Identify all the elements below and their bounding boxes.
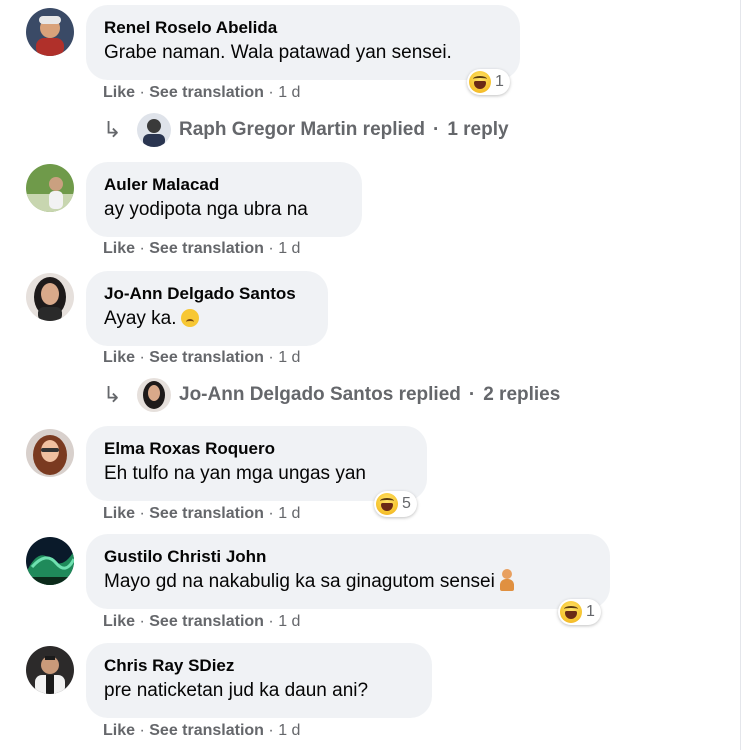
avatar[interactable] (26, 273, 74, 321)
comment-time[interactable]: 1 d (278, 240, 300, 257)
comment-bubble: Auler Malacad ay yodipota nga ubra na (86, 162, 362, 237)
person-icon (499, 569, 515, 591)
avatar[interactable] (26, 646, 74, 694)
reply-count: 1 reply (447, 119, 509, 140)
comment-text: Mayo gd na nakabulig ka sa ginagutom sen… (104, 568, 592, 596)
avatar[interactable] (26, 537, 74, 585)
like-button[interactable]: Like (103, 84, 135, 101)
comment-text: pre naticketan jud ka daun ani? (104, 680, 369, 701)
comment-time[interactable]: 1 d (278, 84, 300, 101)
reply-author: Raph Gregor Martin replied (179, 119, 425, 140)
comment-time[interactable]: 1 d (278, 613, 300, 630)
comment-bubble: Jo-Ann Delgado Santos Ayay ka. (86, 271, 328, 346)
haha-icon (376, 493, 398, 515)
see-translation-link[interactable]: See translation (149, 722, 264, 739)
reaction-count[interactable]: 1 (558, 599, 601, 625)
reaction-number: 1 (586, 603, 595, 620)
comment-author[interactable]: Auler Malacad (104, 174, 344, 196)
reply-count: 2 replies (483, 384, 561, 405)
comment-actions: Like · See translation · 1 d (103, 613, 301, 630)
avatar[interactable] (26, 164, 74, 212)
comment-text: ay yodipota nga ubra na (104, 199, 308, 220)
comment-actions: Like · See translation · 1 d (103, 84, 301, 101)
haha-icon (469, 71, 491, 93)
comment-author[interactable]: Jo-Ann Delgado Santos (104, 283, 310, 305)
see-translation-link[interactable]: See translation (149, 613, 264, 630)
comment-time[interactable]: 1 d (278, 505, 300, 522)
avatar (137, 378, 171, 412)
comment-actions: Like · See translation · 1 d (103, 722, 301, 739)
reaction-count[interactable]: 1 (467, 69, 510, 95)
comment-author[interactable]: Gustilo Christi John (104, 546, 592, 568)
comment-time[interactable]: 1 d (278, 722, 300, 739)
view-replies-link[interactable]: ↳ Jo-Ann Delgado Santos replied · 2 repl… (103, 378, 560, 412)
like-button[interactable]: Like (103, 613, 135, 630)
reaction-count[interactable]: 5 (374, 491, 417, 517)
comment-author[interactable]: Chris Ray SDiez (104, 655, 414, 677)
reply-author: Jo-Ann Delgado Santos replied (179, 384, 461, 405)
see-translation-link[interactable]: See translation (149, 349, 264, 366)
like-button[interactable]: Like (103, 505, 135, 522)
like-button[interactable]: Like (103, 722, 135, 739)
comment-bubble: Chris Ray SDiez pre naticketan jud ka da… (86, 643, 432, 718)
comment-section: Renel Roselo Abelida Grabe naman. Wala p… (0, 0, 741, 750)
comment-actions: Like · See translation · 1 d (103, 349, 301, 366)
comment-text: Ayay ka. (104, 305, 310, 333)
comment-actions: Like · See translation · 1 d (103, 505, 301, 522)
like-button[interactable]: Like (103, 349, 135, 366)
comment-time[interactable]: 1 d (278, 349, 300, 366)
avatar (137, 113, 171, 147)
comment-bubble: Renel Roselo Abelida Grabe naman. Wala p… (86, 5, 520, 80)
comment-bubble: Gustilo Christi John Mayo gd na nakabuli… (86, 534, 610, 609)
avatar[interactable] (26, 429, 74, 477)
comment-author[interactable]: Elma Roxas Roquero (104, 438, 409, 460)
view-replies-link[interactable]: ↳ Raph Gregor Martin replied · 1 reply (103, 113, 509, 147)
comment-text: Grabe naman. Wala patawad yan sensei. (104, 42, 452, 63)
comment-text: Eh tulfo na yan mga ungas yan (104, 463, 366, 484)
like-button[interactable]: Like (103, 240, 135, 257)
see-translation-link[interactable]: See translation (149, 84, 264, 101)
reaction-number: 1 (495, 73, 504, 90)
see-translation-link[interactable]: See translation (149, 240, 264, 257)
reply-arrow-icon: ↳ (103, 382, 122, 407)
comment-author[interactable]: Renel Roselo Abelida (104, 17, 502, 39)
reaction-number: 5 (402, 495, 411, 512)
see-translation-link[interactable]: See translation (149, 505, 264, 522)
haha-icon (560, 601, 582, 623)
comment-bubble: Elma Roxas Roquero Eh tulfo na yan mga u… (86, 426, 427, 501)
comment-actions: Like · See translation · 1 d (103, 240, 301, 257)
sad-face-icon (180, 309, 199, 327)
avatar[interactable] (26, 8, 74, 56)
reply-arrow-icon: ↳ (103, 117, 122, 142)
